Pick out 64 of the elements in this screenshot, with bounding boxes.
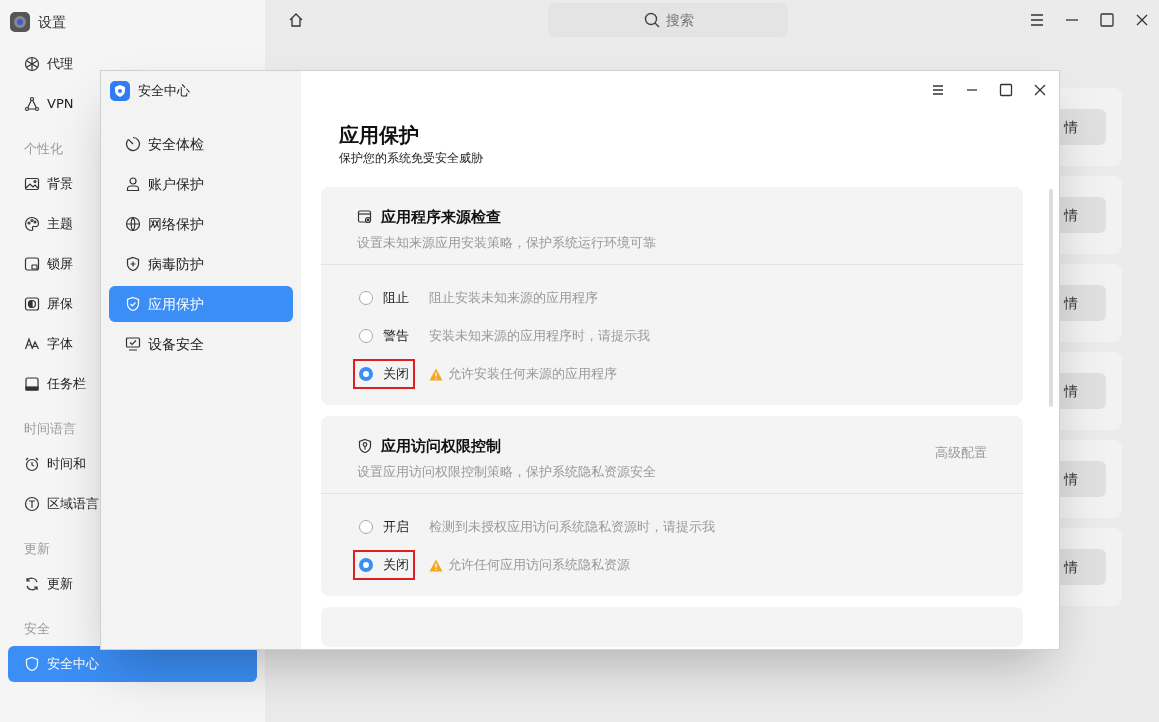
settings-app-icon bbox=[10, 12, 30, 32]
sidebar-item[interactable]: 字体 bbox=[8, 326, 74, 362]
sidebar-item[interactable]: 时间和 bbox=[8, 446, 87, 482]
nav-item[interactable]: 设备安全 bbox=[109, 326, 293, 362]
shield-check-icon bbox=[125, 296, 141, 312]
section-title: 应用程序来源检查 bbox=[381, 207, 501, 228]
option-description: 检测到未授权应用访问系统隐私资源时，请提示我 bbox=[429, 518, 715, 537]
option-description: 允许任何应用访问系统隐私资源 bbox=[448, 556, 630, 575]
page-subheading: 保护您的系统免受安全威胁 bbox=[339, 150, 484, 167]
sidebar-item[interactable]: 任务栏 bbox=[8, 366, 87, 402]
lock-icon bbox=[24, 256, 40, 272]
option-description: 允许安装任何来源的应用程序 bbox=[448, 365, 617, 384]
nav-item[interactable]: 网络保护 bbox=[109, 206, 293, 242]
section-description: 设置未知来源应用安装策略，保护系统运行环境可靠 bbox=[357, 233, 656, 252]
sidebar-item[interactable]: 主题 bbox=[8, 206, 74, 242]
menu-icon[interactable] bbox=[1028, 11, 1046, 29]
maximize-icon[interactable] bbox=[997, 81, 1015, 99]
image-icon bbox=[24, 176, 40, 192]
nav-item[interactable]: 病毒防护 bbox=[109, 246, 293, 282]
network-icon bbox=[24, 96, 40, 112]
taskbar-icon bbox=[24, 376, 40, 392]
radio-option[interactable]: 关闭 bbox=[353, 359, 415, 389]
font-icon bbox=[24, 336, 40, 352]
radio-option[interactable]: 阻止 bbox=[353, 283, 415, 313]
scrollbar[interactable] bbox=[1049, 189, 1053, 407]
palette-icon bbox=[24, 216, 40, 232]
window-icon bbox=[357, 209, 373, 226]
window-title: 设置 bbox=[38, 12, 66, 32]
window-title: 安全中心 bbox=[138, 82, 190, 101]
nav-item[interactable]: 账户保护 bbox=[109, 166, 293, 202]
region-icon bbox=[24, 496, 40, 512]
page-heading: 应用保护 bbox=[339, 122, 420, 149]
sidebar-item[interactable]: 代理 bbox=[8, 46, 74, 82]
sidebar-item[interactable]: 锁屏 bbox=[8, 246, 74, 282]
monitor-check-icon bbox=[125, 336, 141, 352]
section-header: 时间语言 bbox=[24, 419, 76, 438]
alarm-clock-icon bbox=[24, 456, 40, 472]
section-header: 安全 bbox=[24, 619, 50, 638]
section-header: 更新 bbox=[24, 539, 50, 558]
radio-option[interactable]: 警告 bbox=[353, 321, 415, 351]
sidebar-item[interactable]: 屏保 bbox=[8, 286, 74, 322]
shield-icon bbox=[24, 656, 40, 672]
search-icon bbox=[644, 12, 660, 28]
section-description: 设置应用访问权限控制策略，保护系统隐私资源安全 bbox=[357, 462, 656, 481]
option-description: 安装未知来源的应用程序时，请提示我 bbox=[429, 327, 650, 346]
sidebar-item[interactable]: VPN bbox=[8, 86, 75, 122]
search-field[interactable]: 搜索 bbox=[548, 3, 788, 37]
radio-option[interactable]: 开启 bbox=[353, 512, 415, 542]
shield-plus-icon bbox=[125, 256, 141, 272]
radio-option[interactable]: 关闭 bbox=[353, 550, 415, 580]
nav-item[interactable]: 安全体检 bbox=[109, 126, 293, 162]
section-header: 个性化 bbox=[24, 139, 63, 158]
user-icon bbox=[125, 176, 141, 192]
refresh-icon bbox=[24, 576, 40, 592]
sidebar-item[interactable]: 背景 bbox=[8, 166, 74, 202]
shield-key-icon bbox=[357, 438, 373, 455]
sidebar-item[interactable]: 区域语言 bbox=[8, 486, 100, 522]
circle-check-icon bbox=[125, 136, 141, 152]
option-description: 阻止安装未知来源的应用程序 bbox=[429, 289, 598, 308]
home-icon[interactable] bbox=[288, 12, 304, 28]
section-title: 应用访问权限控制 bbox=[381, 436, 501, 457]
shield-app-icon bbox=[110, 81, 130, 101]
sidebar-item[interactable]: 更新 bbox=[8, 566, 74, 602]
contrast-icon bbox=[24, 296, 40, 312]
